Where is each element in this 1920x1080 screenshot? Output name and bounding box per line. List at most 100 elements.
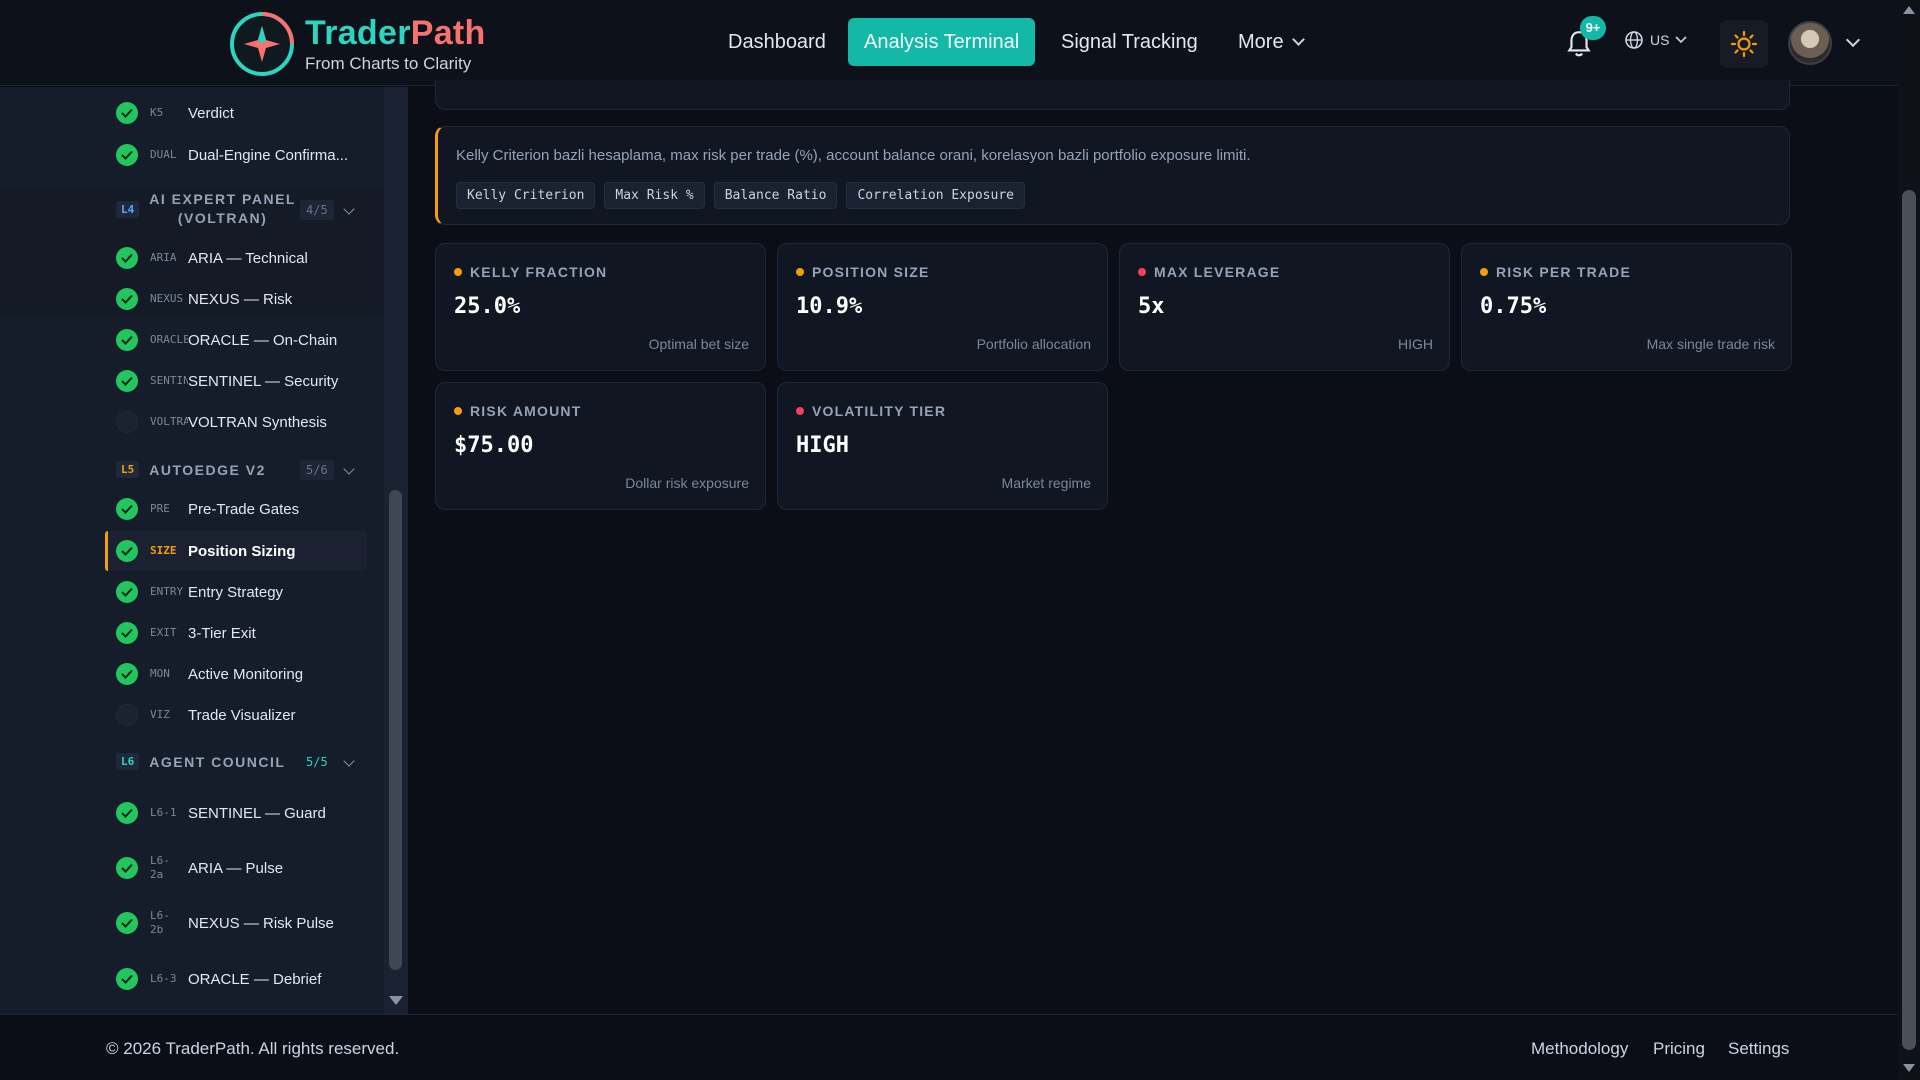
metric-value: 10.9% bbox=[796, 294, 863, 319]
metric-card-volatility-tier: VOLATILITY TIER HIGH Market regime bbox=[777, 382, 1108, 510]
sidebar-item-3-tier-exit[interactable]: EXIT 3-Tier Exit bbox=[116, 618, 256, 648]
check-circle-icon bbox=[116, 329, 138, 351]
nav-more[interactable]: More bbox=[1222, 18, 1319, 66]
scroll-up-arrow-icon[interactable] bbox=[1903, 6, 1915, 14]
top-header: TraderPath From Charts to Clarity Dashbo… bbox=[0, 0, 1898, 86]
chevron-down-icon bbox=[1675, 36, 1688, 44]
status-dot bbox=[1480, 268, 1488, 276]
tag-kelly-criterion: Kelly Criterion bbox=[456, 182, 596, 209]
tag-correlation-exposure: Correlation Exposure bbox=[846, 182, 1025, 209]
page-scrollbar-thumb[interactable] bbox=[1902, 190, 1916, 1050]
section-header-autoedge[interactable]: L5 AUTOEDGE V2 bbox=[116, 461, 266, 478]
scroll-down-arrow-icon[interactable] bbox=[389, 996, 403, 1005]
section-count: 4/5 bbox=[300, 200, 334, 220]
check-circle-icon bbox=[116, 663, 138, 685]
check-circle-icon bbox=[116, 622, 138, 644]
brand-name[interactable]: TraderPath bbox=[305, 14, 486, 53]
check-circle-icon bbox=[116, 370, 138, 392]
notification-badge: 9+ bbox=[1580, 16, 1606, 40]
metric-card-max-leverage: MAX LEVERAGE 5x HIGH bbox=[1119, 243, 1450, 371]
section-count: 5/6 bbox=[300, 460, 334, 480]
footer-link-methodology[interactable]: Methodology bbox=[1531, 1039, 1628, 1059]
globe-icon bbox=[1625, 31, 1643, 49]
metric-value: 25.0% bbox=[454, 294, 521, 319]
brand-tagline: From Charts to Clarity bbox=[305, 54, 472, 73]
status-dot bbox=[796, 407, 804, 415]
sidebar-item-sentinel-guard[interactable]: L6-1 SENTINEL — Guard bbox=[116, 793, 326, 833]
sidebar-item-aria-technical[interactable]: ARIA ARIA — Technical bbox=[116, 243, 308, 273]
description-card: Kelly Criterion bazli hesaplama, max ris… bbox=[435, 126, 1790, 225]
sidebar-item-position-sizing[interactable]: SIZE Position Sizing bbox=[116, 536, 296, 566]
metric-value: 0.75% bbox=[1480, 294, 1547, 319]
check-circle-icon bbox=[116, 102, 138, 124]
avatar[interactable] bbox=[1788, 21, 1832, 65]
check-circle-icon bbox=[116, 857, 138, 879]
copyright-text: © 2026 TraderPath. All rights reserved. bbox=[106, 1039, 400, 1058]
traderpath-logo-icon[interactable] bbox=[228, 10, 296, 78]
description-text: Kelly Criterion bazli hesaplama, max ris… bbox=[456, 147, 1251, 164]
theme-toggle-button[interactable] bbox=[1720, 20, 1768, 68]
language-selector[interactable]: US bbox=[1624, 30, 1688, 50]
sidebar-item-voltran-synthesis[interactable]: VOLTRAN VOLTRAN Synthesis bbox=[116, 407, 327, 437]
sidebar-item-nexus-risk[interactable]: NEXUS NEXUS — Risk bbox=[116, 284, 292, 314]
metric-caption: Portfolio allocation bbox=[976, 336, 1091, 352]
tag-balance-ratio: Balance Ratio bbox=[713, 182, 838, 209]
section-count: 5/5 bbox=[306, 755, 328, 769]
scroll-down-arrow-icon[interactable] bbox=[1903, 1064, 1915, 1072]
sidebar-item-nexus-risk-pulse[interactable]: L6-2b NEXUS — Risk Pulse bbox=[116, 903, 334, 943]
footer: © 2026 TraderPath. All rights reserved. … bbox=[0, 1014, 1898, 1080]
sidebar-item-verdict[interactable]: K5 Verdict bbox=[116, 98, 234, 128]
status-dot bbox=[454, 268, 462, 276]
sidebar-item-sentinel-security[interactable]: SENTINEL SENTINEL — Security bbox=[116, 366, 338, 396]
metric-caption: Market regime bbox=[1001, 475, 1091, 491]
section-header-ai-expert-panel[interactable]: L4 AI EXPERT PANEL (VOLTRAN) bbox=[116, 190, 296, 228]
language-label: US bbox=[1650, 32, 1670, 48]
metric-card-position-size: POSITION SIZE 10.9% Portfolio allocation bbox=[777, 243, 1108, 371]
check-circle-icon bbox=[116, 540, 138, 562]
metric-caption: HIGH bbox=[1398, 336, 1433, 352]
metric-caption: Optimal bet size bbox=[648, 336, 749, 352]
status-dot bbox=[1138, 268, 1146, 276]
pending-circle-icon bbox=[116, 411, 138, 433]
sidebar-item-entry-strategy[interactable]: ENTRY Entry Strategy bbox=[116, 577, 283, 607]
metric-card-risk-amount: RISK AMOUNT $75.00 Dollar risk exposure bbox=[435, 382, 766, 510]
status-dot bbox=[796, 268, 804, 276]
metric-value: 5x bbox=[1138, 294, 1165, 319]
sidebar-item-oracle-onchain[interactable]: ORACLE ORACLE — On-Chain bbox=[116, 325, 337, 355]
sidebar-item-trade-visualizer[interactable]: VIZ Trade Visualizer bbox=[116, 700, 296, 730]
check-circle-icon bbox=[116, 288, 138, 310]
footer-link-settings[interactable]: Settings bbox=[1728, 1039, 1789, 1059]
tag-max-risk: Max Risk % bbox=[604, 182, 705, 209]
chevron-down-icon bbox=[1291, 33, 1305, 46]
check-circle-icon bbox=[116, 144, 138, 166]
nav-signal-tracking[interactable]: Signal Tracking bbox=[1045, 18, 1214, 66]
chevron-down-icon[interactable] bbox=[1845, 32, 1861, 48]
check-circle-icon bbox=[116, 802, 138, 824]
status-dot bbox=[454, 407, 462, 415]
check-circle-icon bbox=[116, 247, 138, 269]
sun-icon bbox=[1730, 30, 1758, 58]
panel-header-card bbox=[435, 80, 1790, 110]
check-circle-icon bbox=[116, 581, 138, 603]
metric-card-risk-per-trade: RISK PER TRADE 0.75% Max single trade ri… bbox=[1461, 243, 1792, 371]
metric-caption: Dollar risk exposure bbox=[625, 475, 749, 491]
check-circle-icon bbox=[116, 968, 138, 990]
sidebar-item-pre-trade-gates[interactable]: PRE Pre-Trade Gates bbox=[116, 494, 299, 524]
sidebar-item-aria-pulse[interactable]: L6-2a ARIA — Pulse bbox=[116, 848, 283, 888]
method-tags: Kelly Criterion Max Risk % Balance Ratio… bbox=[456, 182, 1025, 209]
footer-link-pricing[interactable]: Pricing bbox=[1653, 1039, 1705, 1059]
metric-caption: Max single trade risk bbox=[1646, 336, 1775, 352]
check-circle-icon bbox=[116, 912, 138, 934]
section-header-agent-council[interactable]: L6 AGENT COUNCIL bbox=[116, 753, 285, 770]
check-circle-icon bbox=[116, 498, 138, 520]
nav-analysis-terminal[interactable]: Analysis Terminal bbox=[848, 18, 1036, 66]
metric-value: HIGH bbox=[796, 433, 849, 458]
sidebar-scrollbar-thumb[interactable] bbox=[389, 490, 402, 970]
metric-value: $75.00 bbox=[454, 433, 534, 458]
nav-dashboard[interactable]: Dashboard bbox=[712, 18, 842, 66]
pending-circle-icon bbox=[116, 704, 138, 726]
sidebar-item-dual-engine[interactable]: DUAL Dual-Engine Confirma... bbox=[116, 140, 348, 170]
metric-card-kelly-fraction: KELLY FRACTION 25.0% Optimal bet size bbox=[435, 243, 766, 371]
sidebar-item-active-monitoring[interactable]: MON Active Monitoring bbox=[116, 659, 303, 689]
sidebar-item-oracle-debrief[interactable]: L6-3 ORACLE — Debrief bbox=[116, 959, 321, 999]
